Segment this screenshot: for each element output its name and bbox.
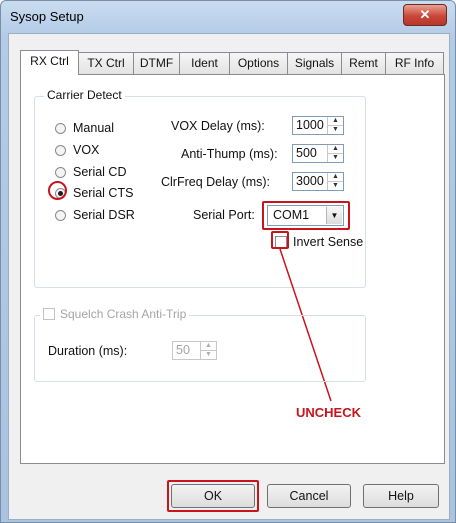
tab-rf-info[interactable]: RF Info bbox=[385, 52, 444, 74]
squelch-checkbox[interactable] bbox=[43, 308, 55, 320]
squelch-label: Squelch Crash Anti-Trip bbox=[60, 307, 187, 321]
squelch-group-label: Squelch Crash Anti-Trip bbox=[40, 307, 190, 321]
annotation-arrow-line bbox=[279, 248, 332, 402]
tab-remt[interactable]: Remt bbox=[341, 52, 386, 74]
tab-rx-ctrl[interactable]: RX Ctrl bbox=[20, 50, 79, 75]
duration-value[interactable]: 50 bbox=[176, 343, 190, 357]
help-button[interactable]: Help bbox=[363, 484, 439, 508]
spin-down-icon[interactable]: ▼ bbox=[201, 351, 216, 359]
duration-label: Duration (ms): bbox=[48, 344, 128, 358]
cancel-button[interactable]: Cancel bbox=[267, 484, 351, 508]
tab-dtmf[interactable]: DTMF bbox=[133, 52, 180, 74]
title-bar[interactable]: Sysop Setup ✕ bbox=[1, 1, 455, 33]
spin-up-icon[interactable]: ▲ bbox=[201, 342, 216, 351]
tab-ident[interactable]: Ident bbox=[179, 52, 230, 74]
tab-options[interactable]: Options bbox=[229, 52, 288, 74]
rx-ctrl-panel: Carrier Detect Manual VOX Serial CD Seri… bbox=[20, 74, 445, 464]
uncheck-annotation: UNCHECK bbox=[296, 405, 361, 420]
highlight-box-ok bbox=[167, 480, 259, 512]
tab-signals[interactable]: Signals bbox=[287, 52, 342, 74]
dialog-body: RX Ctrl TX Ctrl DTMF Ident Options Signa… bbox=[8, 33, 450, 520]
close-icon: ✕ bbox=[419, 7, 431, 22]
close-button[interactable]: ✕ bbox=[403, 4, 447, 26]
duration-spinner[interactable]: 50 ▲ ▼ bbox=[172, 341, 217, 360]
tab-tx-ctrl[interactable]: TX Ctrl bbox=[78, 52, 134, 74]
window-title: Sysop Setup bbox=[10, 9, 84, 24]
sysop-setup-window: Sysop Setup ✕ RX Ctrl TX Ctrl DTMF Ident… bbox=[0, 0, 456, 523]
